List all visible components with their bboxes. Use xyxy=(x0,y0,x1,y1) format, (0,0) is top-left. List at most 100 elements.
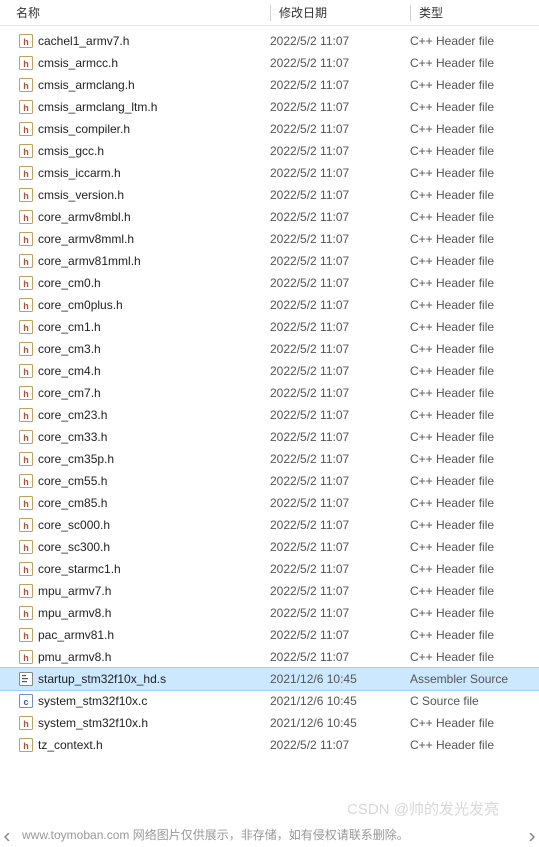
file-name-label: core_cm55.h xyxy=(38,474,107,488)
file-name-label: core_sc300.h xyxy=(38,540,110,554)
file-row[interactable]: hcore_sc300.h2022/5/2 11:07C++ Header fi… xyxy=(0,536,539,558)
file-name-cell: hmpu_armv7.h xyxy=(0,583,270,599)
file-type-cell: C Source file xyxy=(410,694,539,708)
file-name-label: system_stm32f10x.c xyxy=(38,694,147,708)
file-type-cell: C++ Header file xyxy=(410,232,539,246)
file-type-cell: C++ Header file xyxy=(410,452,539,466)
file-date-cell: 2021/12/6 10:45 xyxy=(270,694,410,708)
scroll-right-icon[interactable] xyxy=(523,829,539,845)
file-row[interactable]: hcore_starmc1.h2022/5/2 11:07C++ Header … xyxy=(0,558,539,580)
file-name-cell: hcore_cm3.h xyxy=(0,341,270,357)
file-row[interactable]: hcmsis_iccarm.h2022/5/2 11:07C++ Header … xyxy=(0,162,539,184)
file-row[interactable]: c system_stm32f10x.c 2021/12/6 10:45C Sour… xyxy=(0,690,539,712)
file-name-cell: hcore_cm0.h xyxy=(0,275,270,291)
svg-text:h: h xyxy=(23,279,29,289)
file-row[interactable]: hcore_sc000.h2022/5/2 11:07C++ Header fi… xyxy=(0,514,539,536)
file-list: hcachel1_armv7.h2022/5/2 11:07C++ Header… xyxy=(0,26,539,756)
file-date-cell: 2022/5/2 11:07 xyxy=(270,628,410,642)
file-name-cell: hcore_armv8mml.h xyxy=(0,231,270,247)
file-name-label: core_cm7.h xyxy=(38,386,101,400)
file-type-cell: C++ Header file xyxy=(410,518,539,532)
file-row[interactable]: startup_stm32f10x_hd.s2021/12/6 10:45Ass… xyxy=(0,668,539,690)
file-row[interactable]: hcore_cm85.h2022/5/2 11:07C++ Header fil… xyxy=(0,492,539,514)
file-row[interactable]: hsystem_stm32f10x.h2021/12/6 10:45C++ He… xyxy=(0,712,539,734)
file-row[interactable]: hmpu_armv7.h2022/5/2 11:07C++ Header fil… xyxy=(0,580,539,602)
file-row[interactable]: h core_cm7.h 2022/5/2 11:07C++ Header file xyxy=(0,382,539,404)
file-name-label: cmsis_compiler.h xyxy=(38,122,130,136)
column-separator xyxy=(270,5,271,21)
file-type-cell: C++ Header file xyxy=(410,56,539,70)
svg-text:h: h xyxy=(23,59,29,69)
file-row[interactable]: hcore_cm0plus.h2022/5/2 11:07C++ Header … xyxy=(0,294,539,316)
file-date-cell: 2022/5/2 11:07 xyxy=(270,298,410,312)
svg-text:h: h xyxy=(23,235,29,245)
header-file-icon: h xyxy=(18,495,34,511)
header-file-icon: h xyxy=(18,55,34,71)
file-row[interactable]: hcmsis_compiler.h2022/5/2 11:07C++ Heade… xyxy=(0,118,539,140)
file-name-cell: h core_cm55.h xyxy=(0,473,270,489)
asm-file-icon xyxy=(18,671,34,687)
file-row[interactable]: hcore_cm0.h2022/5/2 11:07C++ Header file xyxy=(0,272,539,294)
file-row[interactable]: hcore_armv8mbl.h2022/5/2 11:07C++ Header… xyxy=(0,206,539,228)
header-file-icon: h xyxy=(18,561,34,577)
file-name-cell: hcore_cm4.h xyxy=(0,363,270,379)
file-row[interactable]: hcore_cm33.h2022/5/2 11:07C++ Header fil… xyxy=(0,426,539,448)
file-name-cell: hcmsis_armcc.h xyxy=(0,55,270,71)
file-row[interactable]: hpmu_armv8.h2022/5/2 11:07C++ Header fil… xyxy=(0,646,539,668)
svg-text:h: h xyxy=(23,433,29,443)
header-file-icon: h xyxy=(18,473,34,489)
file-type-cell: C++ Header file xyxy=(410,210,539,224)
file-name-cell: htz_context.h xyxy=(0,737,270,753)
file-date-cell: 2022/5/2 11:07 xyxy=(270,496,410,510)
file-row[interactable]: hcore_cm3.h2022/5/2 11:07C++ Header file xyxy=(0,338,539,360)
header-file-icon: h xyxy=(18,583,34,599)
file-date-cell: 2022/5/2 11:07 xyxy=(270,232,410,246)
file-type-cell: C++ Header file xyxy=(410,166,539,180)
svg-text:h: h xyxy=(23,103,29,113)
file-row[interactable]: hcore_cm35p.h2022/5/2 11:07C++ Header fi… xyxy=(0,448,539,470)
svg-text:h: h xyxy=(23,345,29,355)
file-name-cell: hcmsis_gcc.h xyxy=(0,143,270,159)
file-row[interactable]: hpac_armv81.h2022/5/2 11:07C++ Header fi… xyxy=(0,624,539,646)
file-date-cell: 2022/5/2 11:07 xyxy=(270,386,410,400)
file-row[interactable]: hcore_cm23.h2022/5/2 11:07C++ Header fil… xyxy=(0,404,539,426)
file-row[interactable]: hcore_armv8mml.h2022/5/2 11:07C++ Header… xyxy=(0,228,539,250)
file-row[interactable]: hcore_cm1.h2022/5/2 11:07C++ Header file xyxy=(0,316,539,338)
file-row[interactable]: hcmsis_version.h2022/5/2 11:07C++ Header… xyxy=(0,184,539,206)
file-row[interactable]: htz_context.h2022/5/2 11:07C++ Header fi… xyxy=(0,734,539,756)
file-type-cell: C++ Header file xyxy=(410,408,539,422)
file-row[interactable]: hcmsis_armclang_ltm.h2022/5/2 11:07C++ H… xyxy=(0,96,539,118)
file-name-label: core_cm35p.h xyxy=(38,452,114,466)
file-row[interactable]: hcore_cm4.h2022/5/2 11:07C++ Header file xyxy=(0,360,539,382)
file-row[interactable]: hcmsis_gcc.h2022/5/2 11:07C++ Header fil… xyxy=(0,140,539,162)
column-header-type[interactable]: 类型 xyxy=(410,0,539,25)
c-source-file-icon: c xyxy=(18,693,34,709)
header-file-icon: h xyxy=(18,627,34,643)
file-name-label: core_starmc1.h xyxy=(38,562,121,576)
file-row[interactable]: hcore_armv81mml.h2022/5/2 11:07C++ Heade… xyxy=(0,250,539,272)
file-row[interactable]: hcachel1_armv7.h2022/5/2 11:07C++ Header… xyxy=(0,30,539,52)
file-name-cell: hcore_cm33.h xyxy=(0,429,270,445)
svg-text:h: h xyxy=(23,411,29,421)
file-type-cell: C++ Header file xyxy=(410,144,539,158)
file-row[interactable]: hcmsis_armclang.h2022/5/2 11:07C++ Heade… xyxy=(0,74,539,96)
file-date-cell: 2022/5/2 11:07 xyxy=(270,78,410,92)
file-date-cell: 2022/5/2 11:07 xyxy=(270,144,410,158)
file-date-cell: 2022/5/2 11:07 xyxy=(270,122,410,136)
column-header-date[interactable]: 修改日期 xyxy=(270,0,410,25)
file-date-cell: 2022/5/2 11:07 xyxy=(270,540,410,554)
header-file-icon: h xyxy=(18,539,34,555)
file-row[interactable]: hcmsis_armcc.h2022/5/2 11:07C++ Header f… xyxy=(0,52,539,74)
svg-text:h: h xyxy=(23,587,29,597)
file-row[interactable]: hmpu_armv8.h2022/5/2 11:07C++ Header fil… xyxy=(0,602,539,624)
header-file-icon: h xyxy=(18,297,34,313)
file-name-cell: hcachel1_armv7.h xyxy=(0,33,270,49)
file-row[interactable]: hcore_cm55.h2022/5/2 11:07C++ Header fil… xyxy=(0,470,539,492)
file-type-cell: C++ Header file xyxy=(410,386,539,400)
column-header-name[interactable]: 名称 xyxy=(0,0,270,25)
file-date-cell: 2022/5/2 11:07 xyxy=(270,276,410,290)
file-name-label: cmsis_armclang_ltm.h xyxy=(38,100,157,114)
svg-text:h: h xyxy=(23,631,29,641)
file-date-cell: 2022/5/2 11:07 xyxy=(270,188,410,202)
header-file-icon: h xyxy=(18,385,34,401)
